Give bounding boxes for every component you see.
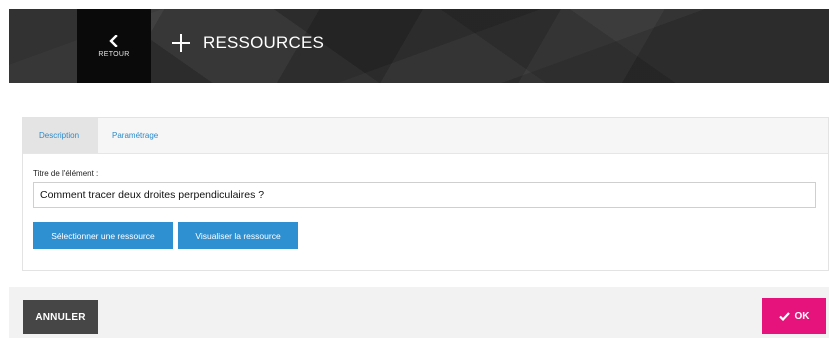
- back-label: RETOUR: [98, 50, 130, 58]
- top-strip: [0, 0, 829, 9]
- footer-bar: ANNULER OK: [9, 287, 829, 338]
- title-input[interactable]: [33, 182, 816, 208]
- title-field-label: Titre de l'élément :: [33, 169, 99, 178]
- chevron-left-icon: [109, 34, 118, 47]
- header-bar: RETOUR RESSOURCES: [9, 9, 829, 83]
- cancel-button[interactable]: ANNULER: [23, 300, 98, 334]
- tab-parametrage[interactable]: Paramétrage: [98, 118, 172, 153]
- page-title: RESSOURCES: [203, 33, 325, 52]
- ok-label: OK: [794, 310, 810, 322]
- check-icon: [778, 311, 790, 321]
- back-button[interactable]: RETOUR: [77, 9, 151, 83]
- title-group: RESSOURCES: [171, 33, 324, 53]
- form-panel: Description Paramétrage Titre de l'éléme…: [22, 117, 829, 271]
- ok-button[interactable]: OK: [762, 298, 826, 334]
- plus-icon: [172, 34, 190, 52]
- tab-bar: Description Paramétrage: [23, 118, 828, 154]
- view-resource-button[interactable]: Visualiser la ressource: [178, 222, 298, 249]
- select-resource-button[interactable]: Sélectionner une ressource: [33, 222, 173, 249]
- tab-description[interactable]: Description: [23, 118, 98, 153]
